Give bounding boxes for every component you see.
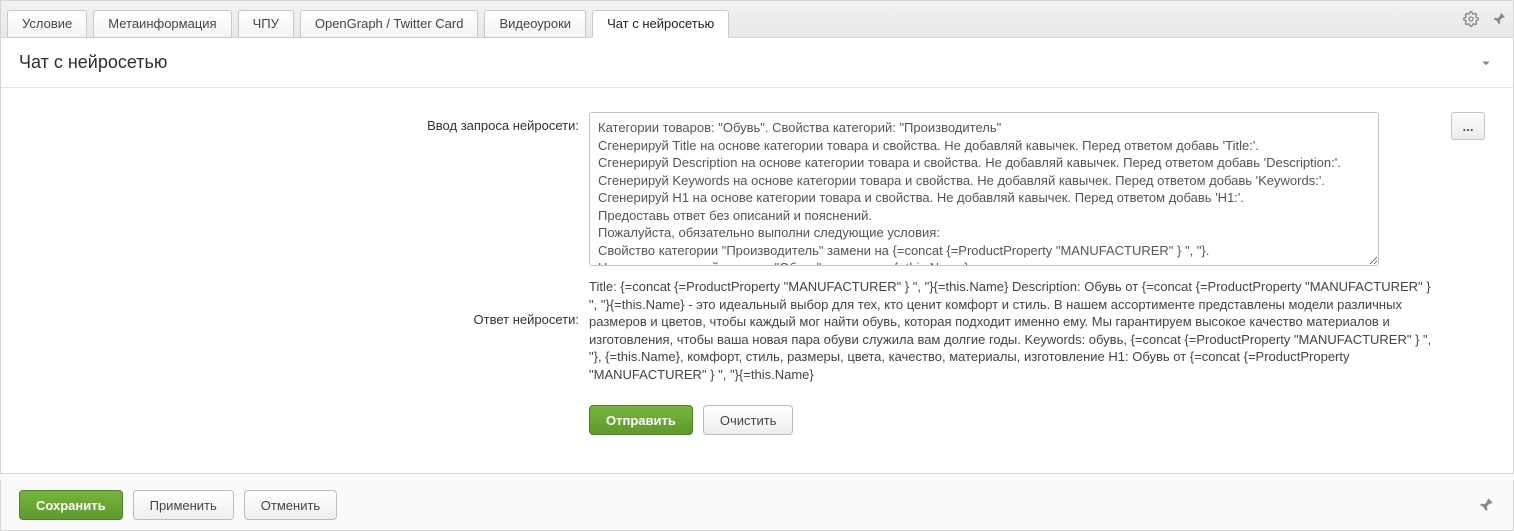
panel-body: Ввод запроса нейросети: ... Ответ нейрос… (1, 88, 1513, 473)
send-button[interactable]: Отправить (589, 405, 693, 435)
apply-button[interactable]: Применить (133, 490, 234, 520)
tab-strip: Условие Метаинформация ЧПУ OpenGraph / T… (0, 0, 1514, 38)
save-button[interactable]: Сохранить (19, 490, 123, 520)
tab-chpu[interactable]: ЧПУ (238, 10, 294, 38)
answer-label: Ответ нейросети: (29, 276, 589, 327)
footer-bar: Сохранить Применить Отменить (0, 480, 1514, 531)
tab-videos[interactable]: Видеоуроки (484, 10, 586, 38)
footer-pin-icon[interactable] (1477, 496, 1495, 514)
answer-text: Title: {=concat {=ProductProperty "MANUF… (589, 276, 1439, 383)
collapse-icon[interactable] (1477, 54, 1495, 72)
tab-condition[interactable]: Условие (7, 10, 87, 38)
cancel-button[interactable]: Отменить (244, 490, 337, 520)
gear-icon[interactable] (1457, 5, 1485, 33)
prompt-label: Ввод запроса нейросети: (29, 112, 589, 133)
prompt-ellipsis-button[interactable]: ... (1451, 112, 1485, 140)
pin-icon[interactable] (1485, 5, 1513, 33)
clear-button[interactable]: Очистить (703, 405, 794, 435)
panel-title: Чат с нейросетью (19, 52, 167, 73)
ai-chat-panel: Чат с нейросетью Ввод запроса нейросети:… (0, 38, 1514, 474)
tab-meta[interactable]: Метаинформация (93, 10, 231, 38)
panel-header: Чат с нейросетью (1, 38, 1513, 88)
tab-opengraph[interactable]: OpenGraph / Twitter Card (300, 10, 479, 38)
tab-ai-chat[interactable]: Чат с нейросетью (592, 10, 729, 38)
prompt-textarea[interactable] (589, 112, 1379, 266)
